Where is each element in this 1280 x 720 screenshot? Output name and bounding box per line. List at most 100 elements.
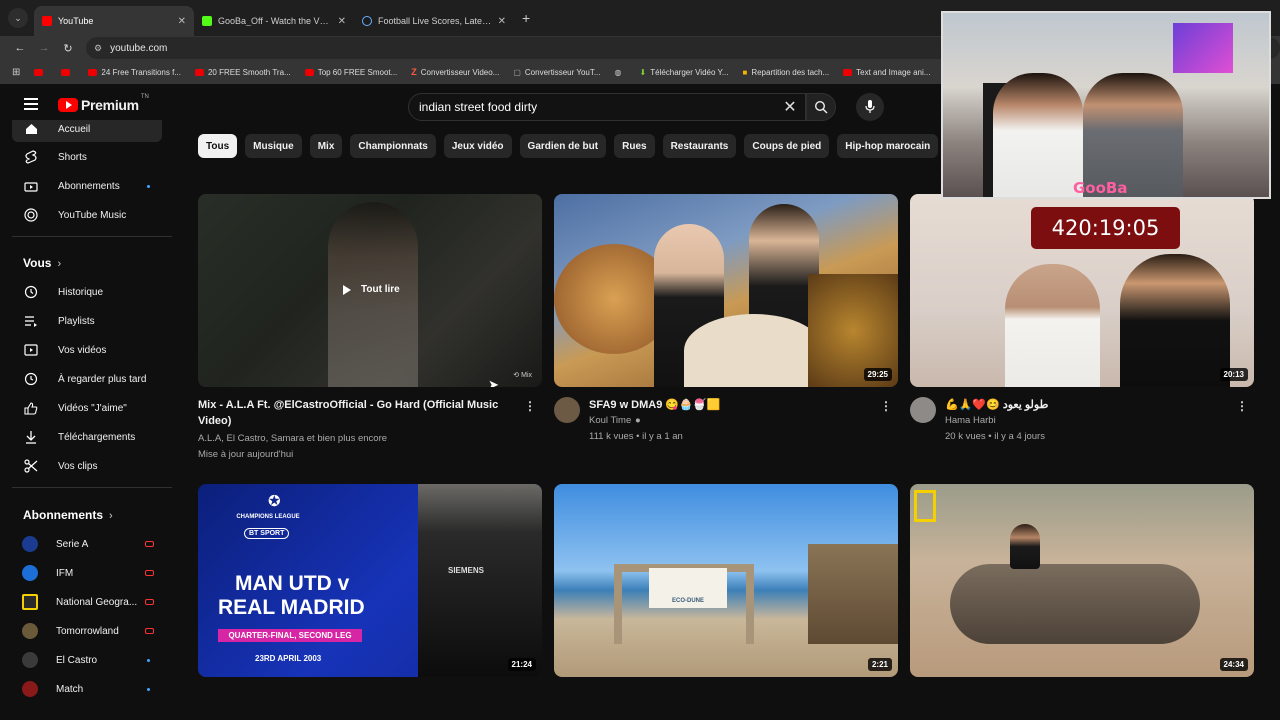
site-info-icon[interactable]: ⚙ xyxy=(94,43,102,54)
sidebar-item-home[interactable]: Accueil xyxy=(12,120,162,142)
sidebar-sub-tomorrowland[interactable]: Tomorrowland xyxy=(12,618,162,644)
search-icon xyxy=(814,100,828,114)
sidebar-sub-serie-a[interactable]: Serie A xyxy=(12,531,162,557)
chip-goalkeeper[interactable]: Gardien de but xyxy=(519,134,607,158)
channel-avatar xyxy=(22,536,38,552)
chip-music[interactable]: Musique xyxy=(245,134,302,158)
video-title[interactable]: Mix - A.L.A Ft. @ElCastroOfficial - Go H… xyxy=(198,397,508,429)
chip-leagues[interactable]: Championnats xyxy=(350,134,436,158)
video-stats: Mise à jour aujourd'hui xyxy=(198,449,294,460)
bookmark-label: Repartition des tach... xyxy=(751,67,830,77)
more-options-icon[interactable]: ⋮ xyxy=(1236,399,1248,413)
globe-icon: ◍ xyxy=(614,67,622,77)
bookmark-item[interactable]: ■ Repartition des tach... xyxy=(742,68,829,77)
video-thumbnail[interactable]: SIEMENS ✪ CHAMPIONS LEAGUE BT SPORT MAN … xyxy=(198,484,542,677)
tab-title: GooBa_Off - Watch the VOD on Kick xyxy=(218,16,332,26)
video-thumbnail[interactable]: ECO-DUNE 2:21 xyxy=(554,484,898,677)
sidebar-item-liked-videos[interactable]: Vidéos "J'aime" xyxy=(12,395,162,421)
new-content-dot xyxy=(147,658,150,662)
play-all-overlay[interactable]: Tout lire xyxy=(343,284,400,295)
video-thumbnail[interactable]: Tout lire ⟲ Mix ➤ xyxy=(198,194,542,387)
mix-badge: ⟲ Mix xyxy=(513,371,532,379)
new-tab-icon[interactable]: + xyxy=(522,10,530,26)
resort-sign: ECO-DUNE xyxy=(649,568,727,608)
video-card[interactable]: ECO-DUNE 2:21 xyxy=(554,484,898,677)
reload-icon[interactable]: ↻ xyxy=(56,42,80,55)
search-box: ✕ xyxy=(408,93,806,121)
sidebar-item-clips[interactable]: Vos clips xyxy=(12,453,162,479)
chip-restaurants[interactable]: Restaurants xyxy=(662,134,737,158)
channel-avatar[interactable] xyxy=(554,397,580,423)
history-icon xyxy=(24,285,38,299)
close-tab-icon[interactable]: ✕ xyxy=(338,16,346,27)
sidebar-item-playlists[interactable]: Playlists xyxy=(12,308,162,334)
bookmark-youtube[interactable] xyxy=(34,68,47,76)
back-icon[interactable]: ← xyxy=(8,42,32,54)
sidebar-sub-el-castro[interactable]: El Castro xyxy=(12,647,162,673)
bookmark-item[interactable]: Text and Image ani... xyxy=(843,68,930,77)
search-input[interactable] xyxy=(419,100,775,114)
sidebar-sub-match[interactable]: Match xyxy=(12,676,162,702)
music-icon xyxy=(24,208,38,222)
download-arrow-icon: ⬇ xyxy=(639,67,647,77)
bookmark-item[interactable]: ▢ Convertisseur YouT... xyxy=(513,68,600,77)
voice-search-button[interactable] xyxy=(856,93,884,121)
tab-football[interactable]: Football Live Scores, Latest Football Ne… xyxy=(354,6,514,36)
close-tab-icon[interactable]: ✕ xyxy=(498,16,506,27)
tab-youtube[interactable]: YouTube ✕ xyxy=(34,6,194,36)
sidebar-heading-you[interactable]: Vous › xyxy=(23,256,61,270)
apps-grid-icon[interactable]: ⊞ xyxy=(12,67,20,78)
forward-icon[interactable]: → xyxy=(32,42,56,54)
more-options-icon[interactable]: ⋮ xyxy=(880,399,892,413)
person-left xyxy=(993,73,1083,197)
more-options-icon[interactable]: ⋮ xyxy=(524,399,536,413)
clear-search-icon[interactable]: ✕ xyxy=(775,97,805,117)
video-channel[interactable]: Hama Harbi xyxy=(945,414,996,428)
video-card[interactable]: SIEMENS ✪ CHAMPIONS LEAGUE BT SPORT MAN … xyxy=(198,484,542,677)
tab-search-button[interactable]: ⌄ xyxy=(8,8,28,28)
video-thumbnail[interactable]: 24:34 xyxy=(910,484,1254,677)
youtube-premium-logo[interactable]: Premium TN xyxy=(58,94,149,113)
sidebar-item-shorts[interactable]: Shorts xyxy=(12,144,162,170)
video-card[interactable]: 24:34 xyxy=(910,484,1254,677)
close-tab-icon[interactable]: ✕ xyxy=(178,16,186,27)
sidebar-item-downloads[interactable]: Téléchargements xyxy=(12,424,162,450)
chevron-right-icon: › xyxy=(57,258,62,270)
bookmark-youtube[interactable] xyxy=(61,68,74,76)
bookmark-item[interactable]: ⬇ Télécharger Vidéo Y... xyxy=(640,68,729,77)
bookmark-item[interactable]: 20 FREE Smooth Tra... xyxy=(194,68,291,77)
chip-mix[interactable]: Mix xyxy=(309,134,343,158)
chip-streets[interactable]: Rues xyxy=(614,134,655,158)
sidebar-item-watch-later[interactable]: À regarder plus tard xyxy=(12,366,162,392)
bookmark-item[interactable]: Top 60 FREE Smoot... xyxy=(304,68,397,77)
bookmark-item[interactable]: ◍ xyxy=(615,68,626,77)
search-button[interactable] xyxy=(806,93,836,121)
tab-kick[interactable]: GooBa_Off - Watch the VOD on Kick ✕ xyxy=(194,6,354,36)
chip-video-games[interactable]: Jeux vidéo xyxy=(443,134,512,158)
video-channel[interactable]: A.L.A, El Castro, Samara et bien plus en… xyxy=(198,432,387,446)
player-figure xyxy=(418,484,542,677)
bookmark-item[interactable]: 24 Free Transitions f... xyxy=(88,68,181,77)
sidebar-heading-subscriptions[interactable]: Abonnements › xyxy=(23,508,113,522)
chip-all[interactable]: Tous xyxy=(198,134,238,158)
sidebar-item-your-videos[interactable]: Vos vidéos xyxy=(12,337,162,363)
video-title[interactable]: 💪🙏❤️😊 طولو يعود xyxy=(945,397,1048,413)
chip-moroccan-hiphop[interactable]: Hip-hop marocain xyxy=(837,134,939,158)
video-thumbnail[interactable]: 29:25 xyxy=(554,194,898,387)
menu-icon[interactable] xyxy=(24,98,38,110)
video-card[interactable]: 29:25 SFA9 w DMA9 😋🧁🍧🟨 Koul Time ● 111 k… xyxy=(554,194,898,457)
video-title[interactable]: SFA9 w DMA9 😋🧁🍧🟨 xyxy=(589,397,720,413)
sidebar-sub-ifm[interactable]: IFM xyxy=(12,560,162,586)
channel-avatar xyxy=(22,652,38,668)
chip-free-kicks[interactable]: Coups de pied xyxy=(744,134,830,158)
channel-avatar[interactable] xyxy=(910,397,936,423)
sidebar-item-history[interactable]: Historique xyxy=(12,279,162,305)
bookmark-item[interactable]: Z Convertisseur Video... xyxy=(411,67,499,77)
video-card[interactable]: Tout lire ⟲ Mix ➤ Mix - A.L.A Ft. @ElCas… xyxy=(198,194,542,460)
sidebar-item-youtube-music[interactable]: YouTube Music xyxy=(12,202,162,228)
bookmark-label: 24 Free Transitions f... xyxy=(101,67,181,77)
sidebar-item-subscriptions[interactable]: Abonnements xyxy=(12,173,162,199)
microphone-icon xyxy=(865,100,875,113)
sidebar-sub-natgeo[interactable]: National Geogra... xyxy=(12,589,162,615)
video-channel[interactable]: Koul Time xyxy=(589,414,631,428)
